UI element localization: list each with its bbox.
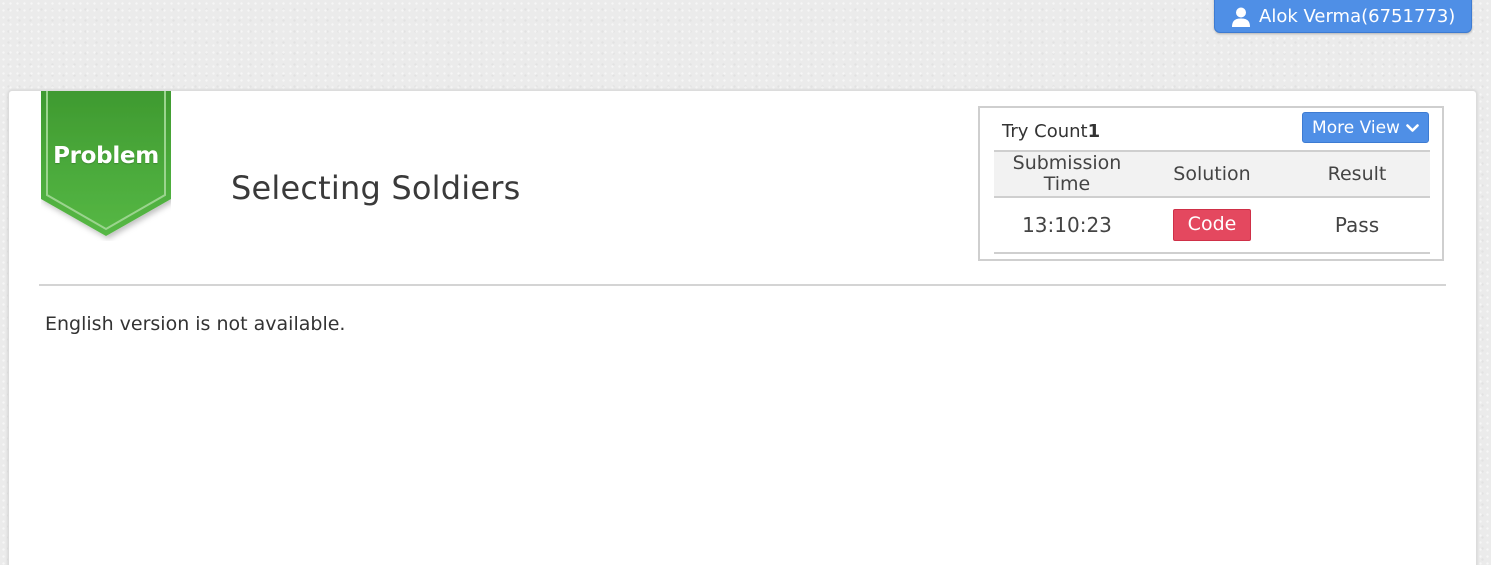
divider	[39, 284, 1446, 286]
chevron-down-icon	[1406, 118, 1419, 138]
code-button[interactable]: Code	[1172, 209, 1252, 241]
column-header-submission-time: Submission Time	[994, 150, 1140, 198]
problem-title: Selecting Soldiers	[231, 169, 521, 207]
column-header-solution: Solution	[1140, 150, 1284, 198]
column-header-result: Result	[1284, 150, 1430, 198]
user-badge[interactable]: Alok Verma(6751773)	[1214, 0, 1472, 33]
result-cell: Pass	[1284, 197, 1430, 254]
solution-cell: Code	[1140, 197, 1284, 254]
user-icon	[1231, 6, 1251, 28]
try-count: Try Count1	[1002, 121, 1100, 142]
language-notice: English version is not available.	[45, 313, 346, 335]
problem-ribbon: Problem	[41, 91, 171, 241]
submission-box: Try Count1 More View Submission Time Sol…	[978, 106, 1444, 261]
submission-time: 13:10:23	[994, 197, 1140, 254]
user-name: Alok Verma(6751773)	[1259, 6, 1456, 27]
try-count-value: 1	[1087, 121, 1101, 142]
more-view-button[interactable]: More View	[1302, 112, 1429, 143]
ribbon-label: Problem	[53, 143, 159, 169]
try-count-label: Try Count	[1002, 121, 1088, 142]
table-row: 13:10:23 Code Pass	[994, 197, 1430, 254]
table-header-row: Submission Time Solution Result	[994, 150, 1430, 198]
more-view-label: More View	[1312, 117, 1400, 138]
problem-panel: Problem Selecting Soldiers Try Count1 Mo…	[8, 90, 1477, 565]
submission-table: Submission Time Solution Result 13:10:23…	[994, 150, 1430, 254]
